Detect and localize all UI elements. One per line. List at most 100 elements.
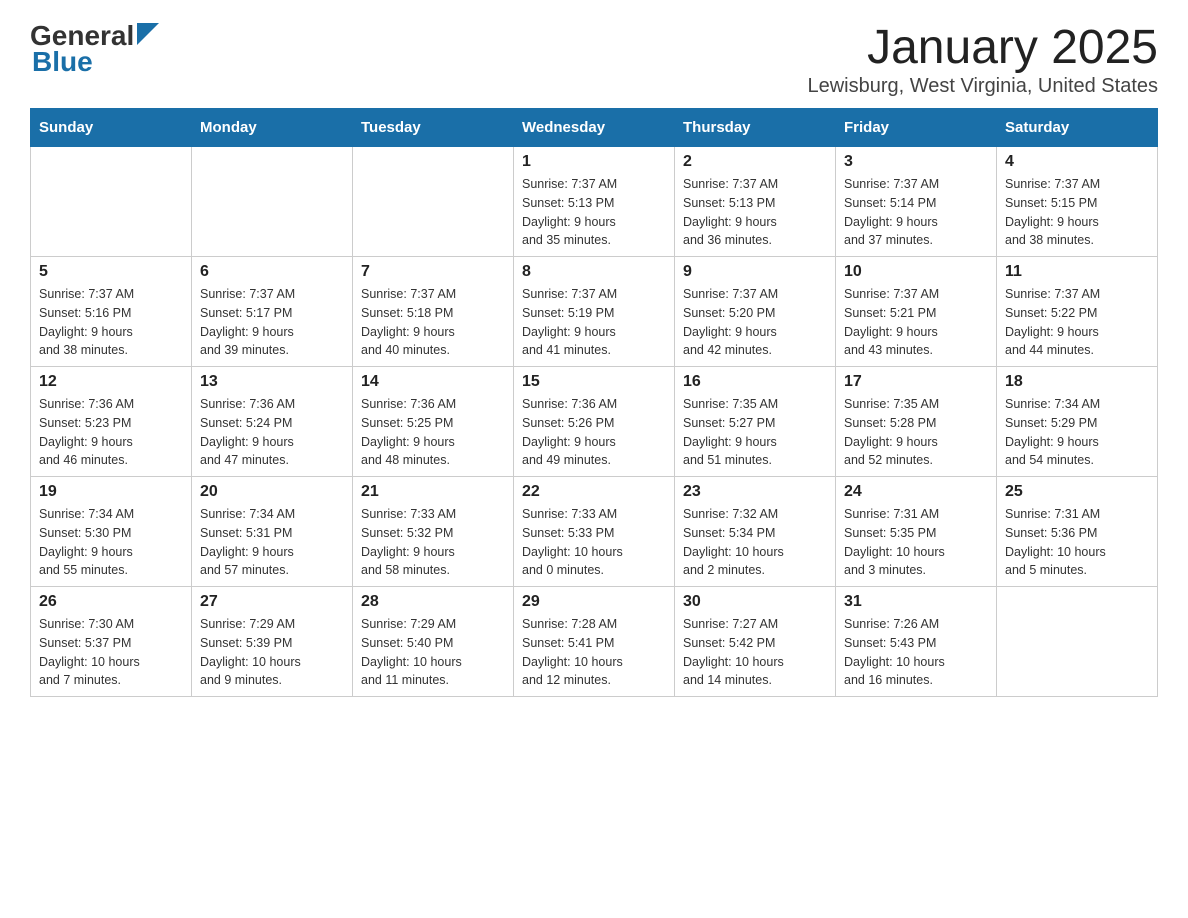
day-number: 1 xyxy=(522,153,666,171)
table-row xyxy=(31,147,192,257)
day-info: Sunrise: 7:37 AM Sunset: 5:22 PM Dayligh… xyxy=(1005,285,1149,360)
day-number: 6 xyxy=(200,263,344,281)
header-tuesday: Tuesday xyxy=(353,109,514,147)
header-saturday: Saturday xyxy=(997,109,1158,147)
table-row: 11 Sunrise: 7:37 AM Sunset: 5:22 PM Dayli… xyxy=(997,257,1158,367)
table-row: 23Sunrise: 7:32 AM Sunset: 5:34 PM Dayli… xyxy=(675,477,836,587)
day-number: 16 xyxy=(683,373,827,391)
day-info: Sunrise: 7:36 AM Sunset: 5:23 PM Dayligh… xyxy=(39,395,183,470)
table-row: 5Sunrise: 7:37 AM Sunset: 5:16 PM Daylig… xyxy=(31,257,192,367)
calendar-week-row: 1 Sunrise: 7:37 AM Sunset: 5:13 PM Daylig… xyxy=(31,147,1158,257)
day-info: Sunrise: 7:37 AM Sunset: 5:18 PM Dayligh… xyxy=(361,285,505,360)
table-row: 27 Sunrise: 7:29 AM Sunset: 5:39 PM Dayli… xyxy=(192,587,353,697)
table-row: 30 Sunrise: 7:27 AM Sunset: 5:42 PM Dayli… xyxy=(675,587,836,697)
day-info: Sunrise: 7:31 AM Sunset: 5:35 PM Dayligh… xyxy=(844,505,988,580)
calendar-week-row: 5Sunrise: 7:37 AM Sunset: 5:16 PM Daylig… xyxy=(31,257,1158,367)
day-info: Sunrise: 7:33 AM Sunset: 5:32 PM Dayligh… xyxy=(361,505,505,580)
day-info: Sunrise: 7:37 AM Sunset: 5:13 PM Dayligh… xyxy=(522,175,666,250)
page-title: January 2025 xyxy=(807,20,1158,75)
table-row: 18Sunrise: 7:34 AM Sunset: 5:29 PM Dayli… xyxy=(997,367,1158,477)
calendar-header-row: Sunday Monday Tuesday Wednesday Thursday… xyxy=(31,109,1158,147)
logo-arrow-icon xyxy=(135,23,159,49)
day-info: Sunrise: 7:29 AM Sunset: 5:40 PM Dayligh… xyxy=(361,615,505,690)
day-number: 8 xyxy=(522,263,666,281)
day-info: Sunrise: 7:37 AM Sunset: 5:13 PM Dayligh… xyxy=(683,175,827,250)
day-number: 10 xyxy=(844,263,988,281)
day-number: 30 xyxy=(683,593,827,611)
day-info: Sunrise: 7:37 AM Sunset: 5:15 PM Dayligh… xyxy=(1005,175,1149,250)
day-info: Sunrise: 7:36 AM Sunset: 5:25 PM Dayligh… xyxy=(361,395,505,470)
day-info: Sunrise: 7:31 AM Sunset: 5:36 PM Dayligh… xyxy=(1005,505,1149,580)
table-row: 9Sunrise: 7:37 AM Sunset: 5:20 PM Daylig… xyxy=(675,257,836,367)
table-row: 19Sunrise: 7:34 AM Sunset: 5:30 PM Dayli… xyxy=(31,477,192,587)
day-info: Sunrise: 7:29 AM Sunset: 5:39 PM Dayligh… xyxy=(200,615,344,690)
day-info: Sunrise: 7:37 AM Sunset: 5:16 PM Dayligh… xyxy=(39,285,183,360)
day-info: Sunrise: 7:35 AM Sunset: 5:28 PM Dayligh… xyxy=(844,395,988,470)
day-number: 29 xyxy=(522,593,666,611)
day-info: Sunrise: 7:36 AM Sunset: 5:24 PM Dayligh… xyxy=(200,395,344,470)
logo: General Blue xyxy=(30,20,159,78)
table-row: 3Sunrise: 7:37 AM Sunset: 5:14 PM Daylig… xyxy=(836,147,997,257)
day-number: 27 xyxy=(200,593,344,611)
day-info: Sunrise: 7:35 AM Sunset: 5:27 PM Dayligh… xyxy=(683,395,827,470)
day-number: 13 xyxy=(200,373,344,391)
calendar-week-row: 19Sunrise: 7:34 AM Sunset: 5:30 PM Dayli… xyxy=(31,477,1158,587)
table-row: 6 Sunrise: 7:37 AM Sunset: 5:17 PM Daylig… xyxy=(192,257,353,367)
day-info: Sunrise: 7:36 AM Sunset: 5:26 PM Dayligh… xyxy=(522,395,666,470)
day-number: 25 xyxy=(1005,483,1149,501)
table-row: 1 Sunrise: 7:37 AM Sunset: 5:13 PM Daylig… xyxy=(514,147,675,257)
day-number: 26 xyxy=(39,593,183,611)
day-number: 19 xyxy=(39,483,183,501)
table-row: 17Sunrise: 7:35 AM Sunset: 5:28 PM Dayli… xyxy=(836,367,997,477)
table-row: 7 Sunrise: 7:37 AM Sunset: 5:18 PM Daylig… xyxy=(353,257,514,367)
header-wednesday: Wednesday xyxy=(514,109,675,147)
table-row: 22 Sunrise: 7:33 AM Sunset: 5:33 PM Dayli… xyxy=(514,477,675,587)
day-info: Sunrise: 7:27 AM Sunset: 5:42 PM Dayligh… xyxy=(683,615,827,690)
logo-blue-text: Blue xyxy=(32,46,93,78)
table-row: 26Sunrise: 7:30 AM Sunset: 5:37 PM Dayli… xyxy=(31,587,192,697)
calendar-week-row: 12 Sunrise: 7:36 AM Sunset: 5:23 PM Dayli… xyxy=(31,367,1158,477)
table-row: 24Sunrise: 7:31 AM Sunset: 5:35 PM Dayli… xyxy=(836,477,997,587)
day-number: 4 xyxy=(1005,153,1149,171)
table-row xyxy=(192,147,353,257)
page-subtitle: Lewisburg, West Virginia, United States xyxy=(807,75,1158,98)
table-row: 15 Sunrise: 7:36 AM Sunset: 5:26 PM Dayli… xyxy=(514,367,675,477)
calendar-week-row: 26Sunrise: 7:30 AM Sunset: 5:37 PM Dayli… xyxy=(31,587,1158,697)
day-info: Sunrise: 7:28 AM Sunset: 5:41 PM Dayligh… xyxy=(522,615,666,690)
day-number: 18 xyxy=(1005,373,1149,391)
day-number: 14 xyxy=(361,373,505,391)
day-info: Sunrise: 7:37 AM Sunset: 5:19 PM Dayligh… xyxy=(522,285,666,360)
day-number: 7 xyxy=(361,263,505,281)
day-info: Sunrise: 7:37 AM Sunset: 5:17 PM Dayligh… xyxy=(200,285,344,360)
table-row xyxy=(997,587,1158,697)
day-info: Sunrise: 7:37 AM Sunset: 5:20 PM Dayligh… xyxy=(683,285,827,360)
table-row: 28 Sunrise: 7:29 AM Sunset: 5:40 PM Dayli… xyxy=(353,587,514,697)
day-number: 22 xyxy=(522,483,666,501)
table-row: 29 Sunrise: 7:28 AM Sunset: 5:41 PM Dayli… xyxy=(514,587,675,697)
day-number: 20 xyxy=(200,483,344,501)
header-thursday: Thursday xyxy=(675,109,836,147)
title-section: January 2025 Lewisburg, West Virginia, U… xyxy=(807,20,1158,98)
day-number: 28 xyxy=(361,593,505,611)
day-info: Sunrise: 7:33 AM Sunset: 5:33 PM Dayligh… xyxy=(522,505,666,580)
day-info: Sunrise: 7:37 AM Sunset: 5:14 PM Dayligh… xyxy=(844,175,988,250)
table-row: 25 Sunrise: 7:31 AM Sunset: 5:36 PM Dayli… xyxy=(997,477,1158,587)
table-row: 10 Sunrise: 7:37 AM Sunset: 5:21 PM Dayli… xyxy=(836,257,997,367)
header-monday: Monday xyxy=(192,109,353,147)
table-row: 12 Sunrise: 7:36 AM Sunset: 5:23 PM Dayli… xyxy=(31,367,192,477)
table-row: 16 Sunrise: 7:35 AM Sunset: 5:27 PM Dayli… xyxy=(675,367,836,477)
day-number: 21 xyxy=(361,483,505,501)
header-friday: Friday xyxy=(836,109,997,147)
table-row: 21 Sunrise: 7:33 AM Sunset: 5:32 PM Dayli… xyxy=(353,477,514,587)
day-info: Sunrise: 7:37 AM Sunset: 5:21 PM Dayligh… xyxy=(844,285,988,360)
day-number: 15 xyxy=(522,373,666,391)
day-number: 31 xyxy=(844,593,988,611)
day-number: 11 xyxy=(1005,263,1149,281)
day-info: Sunrise: 7:32 AM Sunset: 5:34 PM Dayligh… xyxy=(683,505,827,580)
day-number: 12 xyxy=(39,373,183,391)
table-row: 31Sunrise: 7:26 AM Sunset: 5:43 PM Dayli… xyxy=(836,587,997,697)
page-header: General Blue January 2025 Lewisburg, Wes… xyxy=(30,20,1158,98)
table-row: 13 Sunrise: 7:36 AM Sunset: 5:24 PM Dayli… xyxy=(192,367,353,477)
day-info: Sunrise: 7:34 AM Sunset: 5:31 PM Dayligh… xyxy=(200,505,344,580)
calendar-table: Sunday Monday Tuesday Wednesday Thursday… xyxy=(30,108,1158,697)
